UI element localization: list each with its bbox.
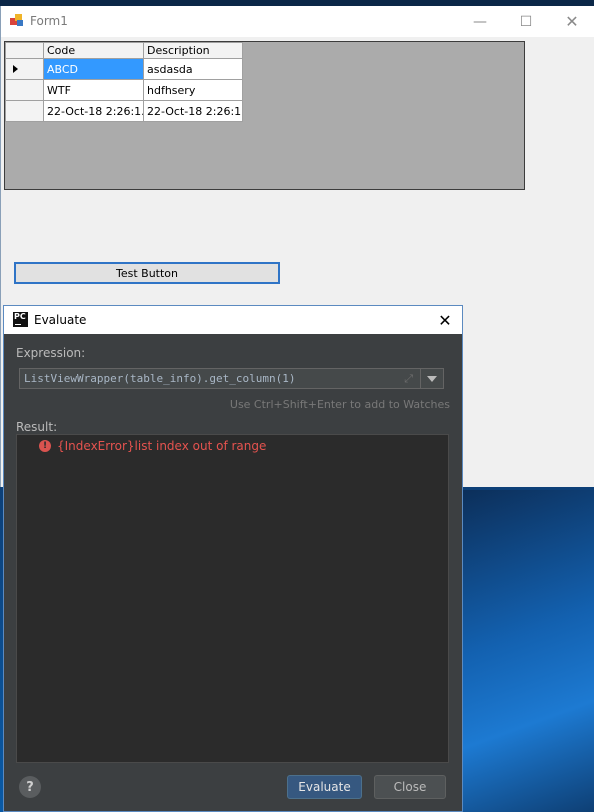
dialog-titlebar[interactable]: PC Evaluate ✕ (4, 306, 462, 334)
close-button[interactable]: Close (374, 775, 446, 799)
help-button[interactable]: ? (19, 776, 41, 798)
maximize-button[interactable]: ☐ (503, 6, 549, 37)
column-header-code[interactable]: Code (43, 42, 144, 59)
data-grid-table: Code Description ABCD asdasda WTF hdfhse… (5, 42, 243, 122)
chevron-down-icon (427, 375, 437, 382)
grid-cell-code[interactable]: WTF (43, 79, 144, 101)
minimize-button[interactable]: — (457, 6, 503, 37)
form-close-button[interactable]: ✕ (549, 6, 594, 37)
test-button[interactable]: Test Button (14, 262, 280, 284)
evaluate-dialog: PC Evaluate ✕ Expression: ListViewWrappe… (3, 305, 463, 812)
expression-input[interactable]: ListViewWrapper(table_info).get_column(1… (19, 368, 444, 389)
row-header-current[interactable] (5, 58, 44, 80)
expression-text[interactable]: ListViewWrapper(table_info).get_column(1… (24, 372, 296, 385)
grid-row[interactable]: 22-Oct-18 2:26:1... 22-Oct-18 2:26:1... (5, 100, 243, 122)
grid-cell-description[interactable]: asdasda (143, 58, 243, 80)
winforms-app-icon (10, 14, 23, 26)
result-error-message[interactable]: {IndexError}list index out of range (57, 439, 266, 453)
grid-corner-header[interactable] (5, 42, 44, 59)
expand-editor-icon[interactable]: ⤢ (404, 372, 413, 386)
expression-history-dropdown[interactable] (420, 369, 443, 388)
data-grid-view[interactable]: Code Description ABCD asdasda WTF hdfhse… (4, 41, 525, 190)
result-label: Result: (16, 420, 58, 434)
dialog-close-icon[interactable]: ✕ (434, 308, 456, 332)
grid-header-row: Code Description (5, 42, 243, 59)
form-titlebar[interactable]: Form1 — ☐ ✕ (1, 6, 594, 37)
grid-row[interactable]: ABCD asdasda (5, 58, 243, 80)
pycharm-icon: PC (13, 312, 28, 327)
dialog-title: Evaluate (34, 313, 87, 327)
evaluate-button[interactable]: Evaluate (287, 775, 362, 799)
current-row-arrow-icon (13, 64, 18, 73)
expression-label: Expression: (16, 346, 86, 360)
row-header[interactable] (5, 100, 44, 122)
desktop-wallpaper (462, 490, 594, 812)
grid-cell-code[interactable]: ABCD (43, 58, 144, 80)
grid-cell-code[interactable]: 22-Oct-18 2:26:1... (43, 100, 144, 122)
row-header[interactable] (5, 79, 44, 101)
grid-cell-description[interactable]: 22-Oct-18 2:26:1... (143, 100, 243, 122)
add-to-watches-hint: Use Ctrl+Shift+Enter to add to Watches (229, 398, 450, 411)
error-icon: ! (39, 440, 51, 452)
form-title: Form1 (30, 14, 68, 28)
grid-row[interactable]: WTF hdfhsery (5, 79, 243, 101)
column-header-description[interactable]: Description (143, 42, 243, 59)
result-tree[interactable]: ! {IndexError}list index out of range (16, 434, 449, 763)
grid-cell-description[interactable]: hdfhsery (143, 79, 243, 101)
